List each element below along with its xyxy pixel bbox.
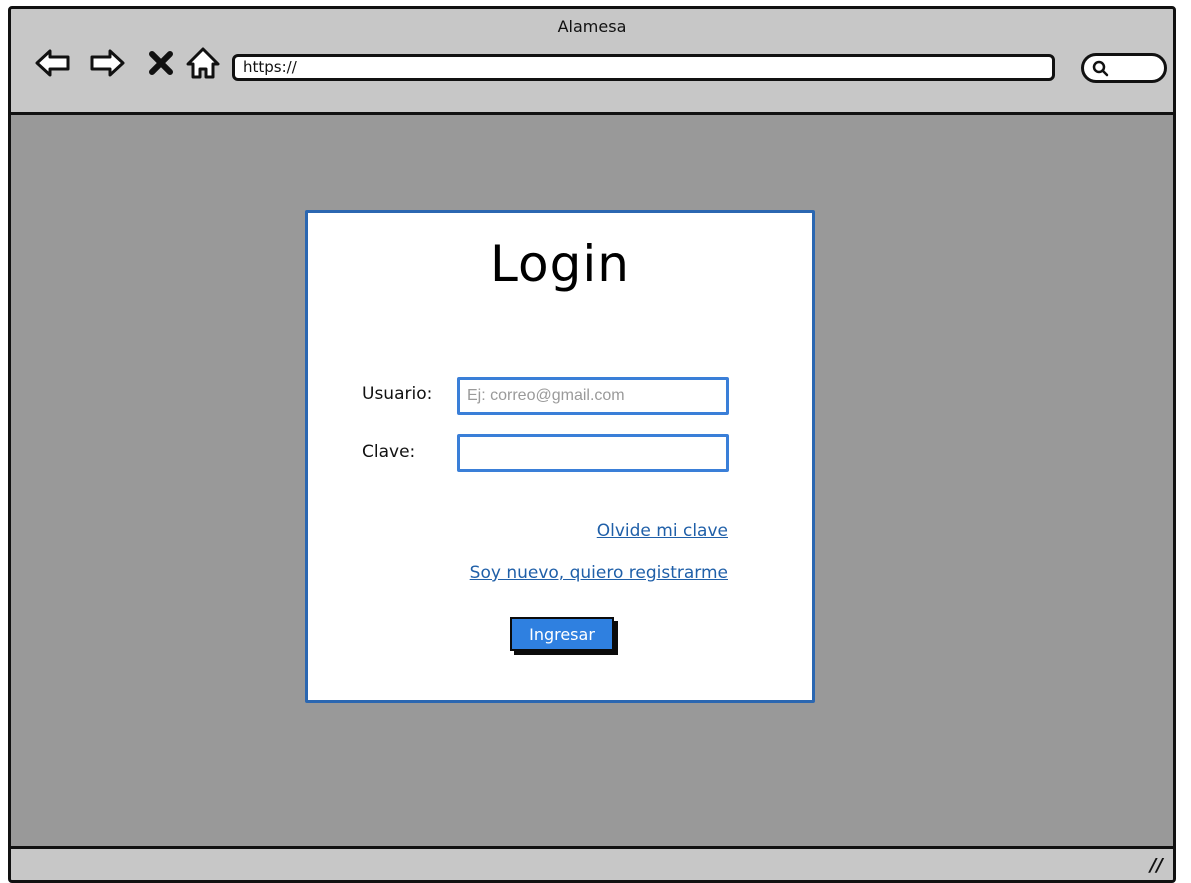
home-icon[interactable] xyxy=(183,43,223,83)
search-button[interactable] xyxy=(1081,53,1167,83)
login-panel: Login Usuario: Clave: Olvide mi clave So… xyxy=(305,210,815,703)
password-label: Clave: xyxy=(362,442,416,462)
forgot-password-link[interactable]: Olvide mi clave xyxy=(597,521,728,541)
user-input[interactable] xyxy=(457,377,729,415)
register-link[interactable]: Soy nuevo, quiero registrarme xyxy=(470,563,728,583)
url-bar[interactable]: https:// xyxy=(232,54,1055,81)
arrow-right-icon[interactable] xyxy=(87,43,127,83)
close-icon[interactable] xyxy=(141,43,181,83)
login-button[interactable]: Ingresar xyxy=(510,617,614,651)
password-input[interactable] xyxy=(457,434,729,472)
arrow-left-icon[interactable] xyxy=(33,43,73,83)
resize-grip-icon[interactable]: // xyxy=(1150,855,1163,876)
search-icon xyxy=(1092,60,1109,77)
browser-window: Alamesa https:// Login Usuario: Clave: xyxy=(8,6,1176,883)
user-label: Usuario: xyxy=(362,384,433,404)
login-title: Login xyxy=(490,235,630,293)
status-bar: // xyxy=(11,846,1173,880)
page-viewport: Login Usuario: Clave: Olvide mi clave So… xyxy=(11,115,1173,846)
browser-toolbar: Alamesa https:// xyxy=(11,9,1173,115)
window-title: Alamesa xyxy=(557,17,627,36)
